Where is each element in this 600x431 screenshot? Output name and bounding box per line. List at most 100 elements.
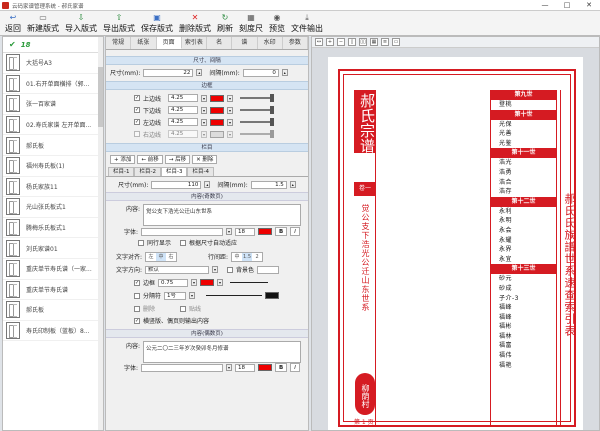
size-spinner[interactable]: ▴ [196,69,203,76]
border-style-slider[interactable] [240,106,274,114]
border-checkbox[interactable]: ✓ [134,119,140,125]
border-width-input[interactable]: 4.25 [168,118,198,126]
direction-dropdown[interactable]: ▾ [212,266,218,273]
border-style-slider[interactable] [240,94,274,102]
border-width-dropdown[interactable]: ▾ [201,94,207,102]
move-forward-button[interactable]: ← 前移 [137,155,163,164]
opt-b-checkbox[interactable] [180,305,187,312]
border-width-dropdown[interactable]: ▾ [201,130,207,138]
export-layout-button[interactable]: ⇧ 导出版式 [100,11,138,36]
bgcolor-checkbox[interactable] [227,266,233,273]
font-dropdown[interactable]: ▾ [226,228,232,235]
border-checkbox[interactable]: ✓ [134,95,140,101]
import-layout-button[interactable]: ⇩ 导入版式 [62,11,100,36]
back-button[interactable]: ↩ 返回 [2,11,24,36]
layout-list-item[interactable]: 刘氏家谱01 [3,238,103,259]
add-column-button[interactable]: + 添加 [110,155,136,164]
column-spacing-spinner[interactable]: ▴ [289,181,296,188]
size-input[interactable]: 22 [143,68,194,77]
divider-checkbox[interactable] [134,292,140,299]
column-subtab[interactable]: 栏目-1 [108,167,135,176]
even-content-textarea[interactable]: 公元二〇二三年岁次癸卯冬月修谱 [143,341,301,363]
layout-list-item[interactable]: 杨氏家族11 [3,177,103,198]
ruler-button[interactable]: ▦ 刻度尺 [236,11,266,36]
settings-tab[interactable]: 名 [207,37,233,49]
border-color-swatch[interactable] [210,106,224,114]
odd-content-textarea[interactable]: 觉公支下浩光公迁山东世系 [143,204,301,226]
minimize-button[interactable]: — [534,0,556,11]
output-button[interactable]: ⤓ 文件输出 [288,11,326,36]
column-subtab[interactable]: 栏目-3 [160,167,188,176]
layout-list-item[interactable]: 张一百家谱 [3,94,103,115]
layout-list-item[interactable]: 寿氏印制板（蓝板）8... [3,321,103,342]
scrollbar-thumb[interactable] [98,67,103,127]
divider-select[interactable]: 1号 [164,291,187,300]
column-subtab[interactable]: 栏目-4 [187,167,214,176]
spacing-spinner[interactable]: ▴ [281,69,288,76]
even-font-select[interactable] [141,363,223,372]
fit-width-icon[interactable]: ↔ [315,38,323,46]
frame-width-input[interactable]: 0.75 [158,278,189,287]
column-subtab[interactable]: 栏目-2 [134,167,161,176]
font-color-swatch[interactable] [258,228,272,235]
border-color-dropdown[interactable]: ▾ [227,106,233,114]
settings-tab[interactable]: 页面 [156,37,182,49]
border-checkbox[interactable] [134,131,140,137]
layout-list-item[interactable]: 重庆单节寿氏谱 [3,280,103,301]
border-width-input[interactable]: 4.25 [168,106,198,114]
border-style-slider[interactable] [240,118,274,126]
border-color-swatch[interactable] [210,118,224,126]
move-back-button[interactable]: → 后移 [164,155,191,164]
spacing-input[interactable]: 0 [242,68,279,77]
page-fit-icon[interactable]: ▭ [392,38,400,46]
layout-list-item[interactable]: 重庆单节寿氏谱（一家... [3,259,103,280]
layout-list-item[interactable]: 光山张氏板式1 [3,197,103,218]
auto-fit-checkbox[interactable] [180,239,187,246]
frame-width-spinner[interactable]: ▾ [191,279,198,286]
same-line-checkbox[interactable] [138,239,144,246]
settings-tab[interactable]: 索引表 [182,37,207,49]
font-size-select[interactable]: 18 [235,227,255,236]
frame-style-line[interactable] [230,281,269,284]
layout-list-item[interactable]: 大括号A3 [3,53,103,74]
fill-checkbox[interactable]: ✓ [134,317,140,324]
even-italic-button[interactable]: I [290,363,300,372]
even-bold-button[interactable]: B [275,363,288,372]
delete-layout-button[interactable]: ✕ 删除版式 [176,11,214,36]
settings-tab[interactable]: 谱 [232,37,258,49]
frame-color-dropdown[interactable]: ▾ [217,279,224,286]
segment-option[interactable]: 左 [146,253,156,261]
preview-button[interactable]: ◉ 预览 [266,11,288,36]
segment-option[interactable]: 中 [156,252,166,261]
border-color-swatch[interactable] [210,130,224,138]
settings-tab[interactable]: 纸张 [131,37,157,49]
divider-color-swatch[interactable] [265,292,280,299]
bold-button[interactable]: B [275,227,288,236]
maximize-button[interactable]: □ [556,0,578,11]
segment-option[interactable]: 右 [166,253,176,261]
layout-list-item[interactable]: 腾梅乐氏板式1 [3,218,103,239]
layout-list-item[interactable]: 郝氏板 [3,135,103,156]
layout-list-item[interactable]: 福州寿氏板(1) [3,156,103,177]
segment-option[interactable]: 2 [252,253,262,261]
settings-tab[interactable]: 参数 [283,37,308,49]
layout-list-item[interactable]: 郝氏板 [3,300,103,321]
close-button[interactable]: ✕ [578,0,600,11]
page-single-icon[interactable]: ▯ [348,38,356,46]
layout-list-item[interactable]: 02.寿氏家谱 左开单面... [3,115,103,136]
border-color-dropdown[interactable]: ▾ [227,94,233,102]
direction-select[interactable]: 默认 [145,265,209,274]
column-spacing-input[interactable]: 1.5 [250,180,287,189]
page-list-icon[interactable]: ≡ [381,38,389,46]
layout-list-scrollbar[interactable] [98,37,103,430]
border-width-dropdown[interactable]: ▾ [201,106,207,114]
even-font-dropdown[interactable]: ▾ [226,364,232,371]
even-font-color-swatch[interactable] [258,364,272,371]
border-color-dropdown[interactable]: ▾ [227,130,233,138]
border-color-dropdown[interactable]: ▾ [227,118,233,126]
segment-option[interactable]: 1.5 [242,252,253,261]
even-font-size-select[interactable]: 18 [235,363,255,372]
opt-a-checkbox[interactable] [134,305,140,312]
zoom-in-icon[interactable]: + [326,38,334,46]
page-grid-icon[interactable]: ▦ [370,38,378,46]
